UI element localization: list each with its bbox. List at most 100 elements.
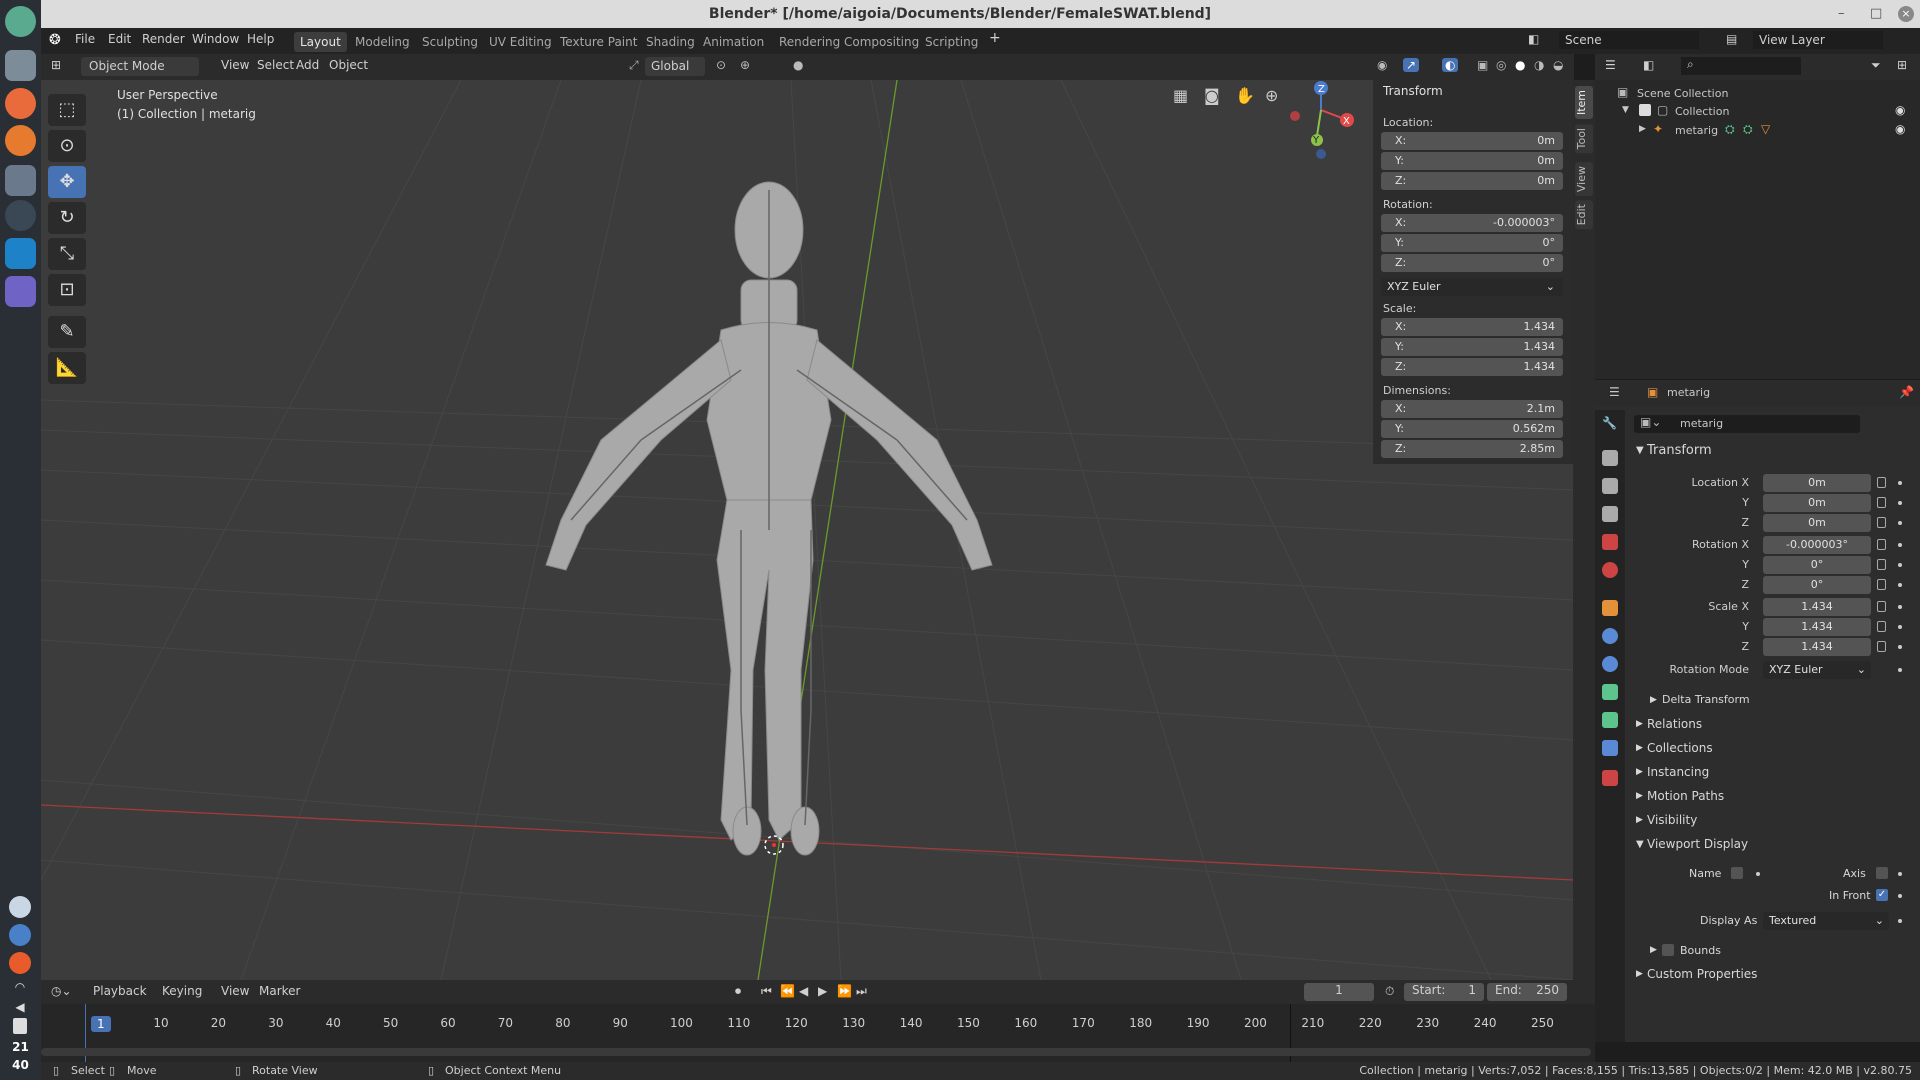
rotate-tool-icon[interactable]: ↻: [48, 202, 86, 234]
prop-row-field[interactable]: 1.434: [1763, 618, 1871, 636]
expand-icon[interactable]: ▶: [1639, 124, 1646, 134]
proportional-icon[interactable]: ●: [793, 58, 803, 72]
tab-view[interactable]: View: [1575, 162, 1593, 197]
visualstudio-icon[interactable]: [5, 276, 36, 307]
prop-row-field[interactable]: 0m: [1763, 514, 1871, 532]
prop-row-field[interactable]: 0m: [1763, 474, 1871, 492]
keyframe-dot-icon[interactable]: [1898, 645, 1902, 649]
world-props-icon[interactable]: [1602, 562, 1618, 578]
timeline-scrollbar[interactable]: [41, 1048, 1591, 1056]
visibility-section[interactable]: Visibility: [1647, 813, 1697, 827]
tab-uv-editing[interactable]: UV Editing: [483, 32, 558, 52]
lock-icon[interactable]: [1877, 601, 1886, 612]
transform-section-title[interactable]: Transform: [1647, 443, 1712, 458]
expand-icon[interactable]: ▶: [1636, 791, 1643, 801]
bluetooth-icon[interactable]: [9, 924, 31, 946]
orientation-selector[interactable]: Global: [645, 57, 705, 76]
menu-edit[interactable]: Edit: [108, 32, 131, 46]
timer-icon[interactable]: ⏱: [1385, 984, 1394, 999]
collapse-icon[interactable]: ▼: [1636, 839, 1644, 850]
mode-selector[interactable]: Object Mode: [81, 57, 199, 76]
tab-texture-paint[interactable]: Texture Paint: [554, 32, 643, 52]
constraint-props-icon[interactable]: [1602, 740, 1618, 756]
blender-icon[interactable]: [5, 125, 36, 156]
prop-row-field[interactable]: 0°: [1763, 556, 1871, 574]
lock-icon[interactable]: [1877, 559, 1886, 570]
lock-icon[interactable]: [1877, 517, 1886, 528]
jump-end-icon[interactable]: ⏭: [856, 984, 867, 999]
tab-tool[interactable]: Tool: [1575, 124, 1593, 154]
snap-icon[interactable]: ⊕: [740, 58, 750, 72]
shield-icon[interactable]: [9, 896, 31, 918]
keyframe-dot-icon[interactable]: [1898, 894, 1902, 898]
keyframe-dot-icon[interactable]: [1898, 625, 1902, 629]
blender-logo-icon[interactable]: ❂: [49, 32, 61, 48]
viewport-menu-add[interactable]: Add: [296, 58, 319, 72]
armature-data-icon[interactable]: [1602, 684, 1618, 700]
solid-shading-icon[interactable]: ●: [1515, 58, 1525, 72]
keyframe-dot-icon[interactable]: [1898, 501, 1902, 505]
modifier-props-icon[interactable]: [1602, 628, 1618, 644]
keyframe-dot-icon[interactable]: [1898, 872, 1902, 876]
expand-icon[interactable]: ▼: [1622, 105, 1629, 115]
timeline-editor-icon[interactable]: ◷⌄: [51, 984, 72, 998]
scene-selector-icon[interactable]: ◧: [1528, 32, 1539, 46]
pan-hand-icon[interactable]: ✋: [1235, 86, 1255, 105]
cursor-tool-icon[interactable]: ⊙: [48, 130, 86, 162]
lock-icon[interactable]: [1877, 621, 1886, 632]
tab-rendering[interactable]: Rendering: [773, 32, 846, 52]
lock-icon[interactable]: [1877, 477, 1886, 488]
annotate-tool-icon[interactable]: ✎: [48, 316, 86, 348]
viewport-menu-object[interactable]: Object: [329, 58, 368, 72]
expand-icon[interactable]: ▶: [1636, 969, 1643, 979]
bounds-checkbox[interactable]: [1662, 944, 1674, 956]
scale-tool-icon[interactable]: ⤡: [48, 238, 86, 270]
3d-viewport[interactable]: Z X Y User Perspective (1) Collection | …: [41, 80, 1574, 980]
tab-layout[interactable]: Layout: [294, 32, 347, 52]
vscode-icon[interactable]: [5, 238, 36, 269]
material-shading-icon[interactable]: ◑: [1534, 58, 1544, 72]
jump-keyframe-forward-icon[interactable]: ⏩: [837, 984, 852, 998]
start-frame-field[interactable]: Start: 1: [1404, 983, 1484, 1001]
measure-tool-icon[interactable]: 📐: [48, 352, 86, 384]
scale-y-field[interactable]: Y: 1.434: [1381, 338, 1583, 356]
lock-icon[interactable]: [1877, 579, 1886, 590]
end-frame-field[interactable]: End: 250: [1487, 983, 1567, 1001]
eye-icon[interactable]: ◉: [1895, 103, 1905, 117]
output-props-icon[interactable]: [1602, 478, 1618, 494]
tab-scripting[interactable]: Scripting: [919, 32, 984, 52]
vd-axis-checkbox[interactable]: [1876, 867, 1888, 879]
keyframe-dot-icon[interactable]: [1898, 605, 1902, 609]
dimensions-x-field[interactable]: X: 2.1m: [1381, 400, 1563, 418]
expand-icon[interactable]: ▶: [1636, 719, 1643, 729]
vd-displayas-select[interactable]: Textured ⌄: [1763, 912, 1889, 930]
close-icon[interactable]: ×: [1898, 6, 1914, 22]
prop-row-field[interactable]: 0m: [1763, 494, 1871, 512]
lock-icon[interactable]: [1877, 539, 1886, 550]
wifi-icon[interactable]: ◠: [9, 980, 31, 996]
prop-row-field[interactable]: 1.434: [1763, 638, 1871, 656]
bone-props-icon[interactable]: [1602, 712, 1618, 728]
grid-view-icon[interactable]: ▦: [1173, 86, 1188, 105]
pose-icon[interactable]: ⛭: [1725, 122, 1735, 137]
timeline-ruler[interactable]: [41, 1004, 1595, 1062]
prop-row-field[interactable]: 1.434: [1763, 598, 1871, 616]
rotation-mode-select[interactable]: XYZ Euler ⌄: [1763, 661, 1871, 679]
lock-icon[interactable]: [1877, 497, 1886, 508]
play-icon[interactable]: ▶: [818, 984, 827, 998]
motion-paths-section[interactable]: Motion Paths: [1647, 789, 1724, 803]
scale-x-field[interactable]: X: 1.434: [1381, 318, 1583, 336]
expand-icon[interactable]: ▶: [1636, 743, 1643, 753]
custom-properties-section[interactable]: Custom Properties: [1647, 967, 1757, 981]
viewport-display-section[interactable]: Viewport Display: [1647, 837, 1748, 851]
add-workspace-icon[interactable]: +: [989, 30, 1001, 46]
expand-icon[interactable]: ▶: [1650, 695, 1657, 705]
current-frame-field[interactable]: 1: [1304, 983, 1374, 1001]
outliner-editor-icon[interactable]: ☰: [1605, 58, 1616, 72]
move-tool-icon[interactable]: ✥: [48, 166, 86, 198]
volume-icon[interactable]: ◀: [9, 1000, 31, 1016]
browser-icon[interactable]: [5, 88, 36, 119]
tab-animation[interactable]: Animation: [697, 32, 770, 52]
render-props-icon[interactable]: [1602, 450, 1618, 466]
properties-editor-icon[interactable]: ☰: [1609, 385, 1620, 399]
